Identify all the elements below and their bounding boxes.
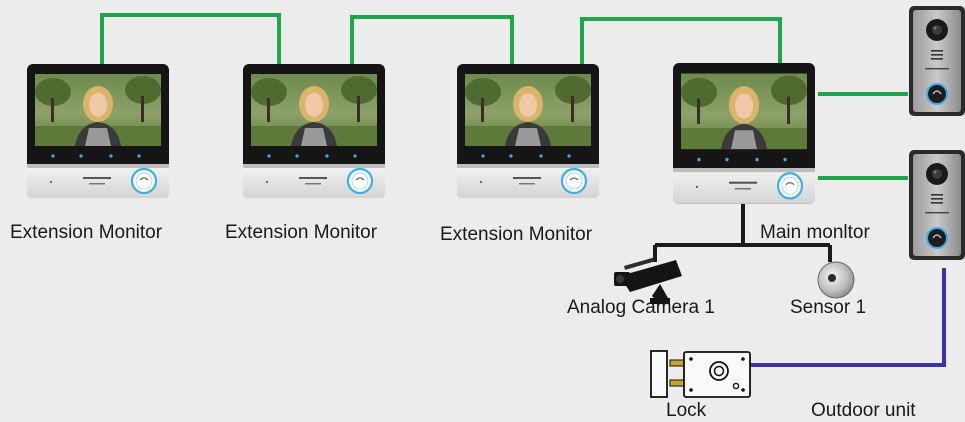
wiring-diagram — [25, 5, 965, 398]
door-sensor-icon — [817, 261, 855, 299]
label-outdoor-unit: Outdoor unit — [811, 400, 916, 421]
outdoor-unit-2 — [908, 149, 965, 261]
outdoor-unit-1 — [908, 5, 965, 117]
extension-monitor-1 — [25, 62, 171, 200]
electric-lock-icon — [650, 350, 751, 398]
label-extension-monitor-1: Extension Monitor — [10, 222, 163, 243]
label-extension-monitor-3: Extension Monitor — [440, 224, 593, 245]
extension-monitor-3 — [455, 62, 601, 200]
wire-ext2-ext3 — [350, 15, 514, 64]
wire-ext3-main — [580, 17, 782, 68]
main-monitor — [671, 61, 817, 205]
label-analog-camera: Analog Camera 1 — [567, 297, 715, 318]
label-lock: Lock — [666, 400, 707, 421]
label-extension-monitor-2: Extension Monitor — [225, 222, 378, 243]
label-main-monitor: Main monltor — [760, 222, 870, 243]
extension-monitor-2 — [241, 62, 387, 200]
label-sensor: Sensor 1 — [790, 297, 867, 318]
wire-ext1-ext2 — [100, 13, 281, 66]
